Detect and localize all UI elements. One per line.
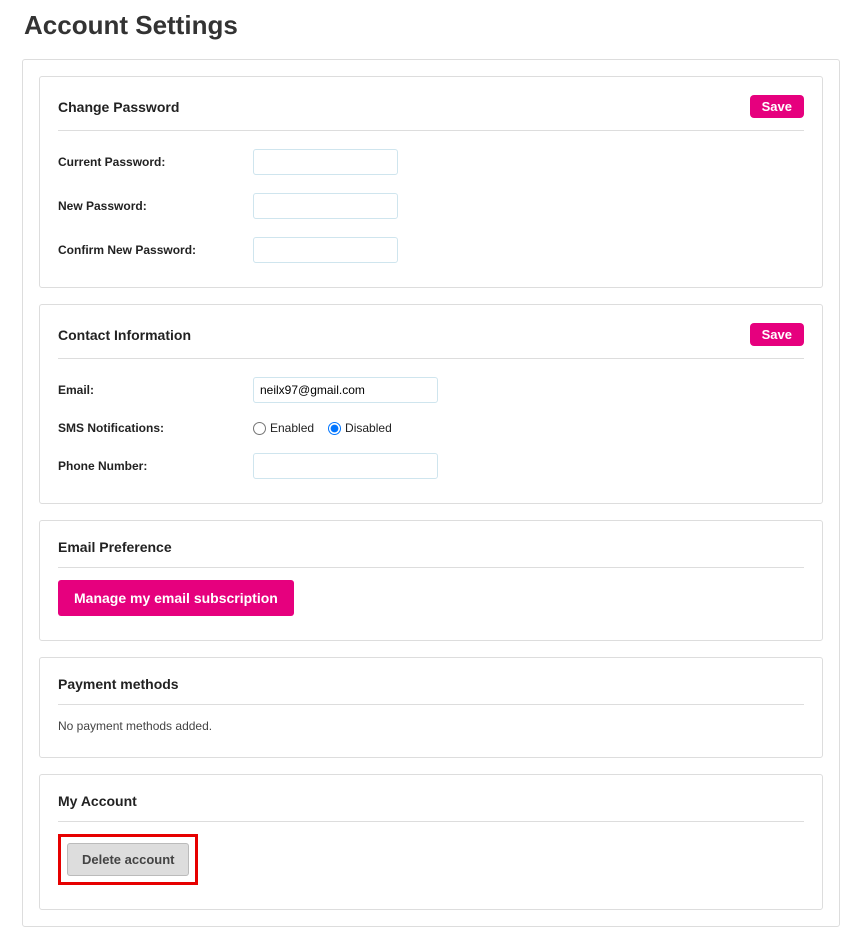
manage-email-subscription-button[interactable]: Manage my email subscription <box>58 580 294 616</box>
row-confirm-password: Confirm New Password: <box>58 237 804 263</box>
contact-info-panel: Contact Information Save Email: SMS Noti… <box>39 304 823 504</box>
label-new-password: New Password: <box>58 199 253 213</box>
delete-account-highlight: Delete account <box>58 834 198 885</box>
panel-header-myaccount: My Account <box>58 793 804 822</box>
radio-label-disabled: Disabled <box>345 421 392 435</box>
input-email[interactable] <box>253 377 438 403</box>
row-new-password: New Password: <box>58 193 804 219</box>
radio-sms-enabled[interactable]: Enabled <box>253 421 314 435</box>
label-confirm-password: Confirm New Password: <box>58 243 253 257</box>
label-current-password: Current Password: <box>58 155 253 169</box>
payment-methods-panel: Payment methods No payment methods added… <box>39 657 823 758</box>
save-contact-button[interactable]: Save <box>750 323 804 346</box>
input-confirm-password[interactable] <box>253 237 398 263</box>
radio-input-disabled[interactable] <box>328 422 341 435</box>
input-phone[interactable] <box>253 453 438 479</box>
radio-input-enabled[interactable] <box>253 422 266 435</box>
panel-title-payment: Payment methods <box>58 676 179 692</box>
panel-title-password: Change Password <box>58 99 179 115</box>
panel-title-contact: Contact Information <box>58 327 191 343</box>
panel-header-password: Change Password Save <box>58 95 804 131</box>
radio-sms-disabled[interactable]: Disabled <box>328 421 392 435</box>
label-phone: Phone Number: <box>58 459 253 473</box>
row-sms: SMS Notifications: Enabled Disabled <box>58 421 804 435</box>
save-password-button[interactable]: Save <box>750 95 804 118</box>
sms-radio-group: Enabled Disabled <box>253 421 392 435</box>
input-current-password[interactable] <box>253 149 398 175</box>
row-phone: Phone Number: <box>58 453 804 479</box>
settings-container: Change Password Save Current Password: N… <box>22 59 840 927</box>
email-preference-panel: Email Preference Manage my email subscri… <box>39 520 823 641</box>
row-current-password: Current Password: <box>58 149 804 175</box>
delete-account-button[interactable]: Delete account <box>67 843 189 876</box>
payment-empty-text: No payment methods added. <box>58 717 804 733</box>
change-password-panel: Change Password Save Current Password: N… <box>39 76 823 288</box>
row-email: Email: <box>58 377 804 403</box>
panel-header-payment: Payment methods <box>58 676 804 705</box>
input-new-password[interactable] <box>253 193 398 219</box>
my-account-panel: My Account Delete account <box>39 774 823 910</box>
panel-header-contact: Contact Information Save <box>58 323 804 359</box>
panel-title-myaccount: My Account <box>58 793 137 809</box>
label-email: Email: <box>58 383 253 397</box>
radio-label-enabled: Enabled <box>270 421 314 435</box>
page-title: Account Settings <box>0 0 862 59</box>
panel-title-emailpref: Email Preference <box>58 539 172 555</box>
panel-header-emailpref: Email Preference <box>58 539 804 568</box>
label-sms: SMS Notifications: <box>58 421 253 435</box>
